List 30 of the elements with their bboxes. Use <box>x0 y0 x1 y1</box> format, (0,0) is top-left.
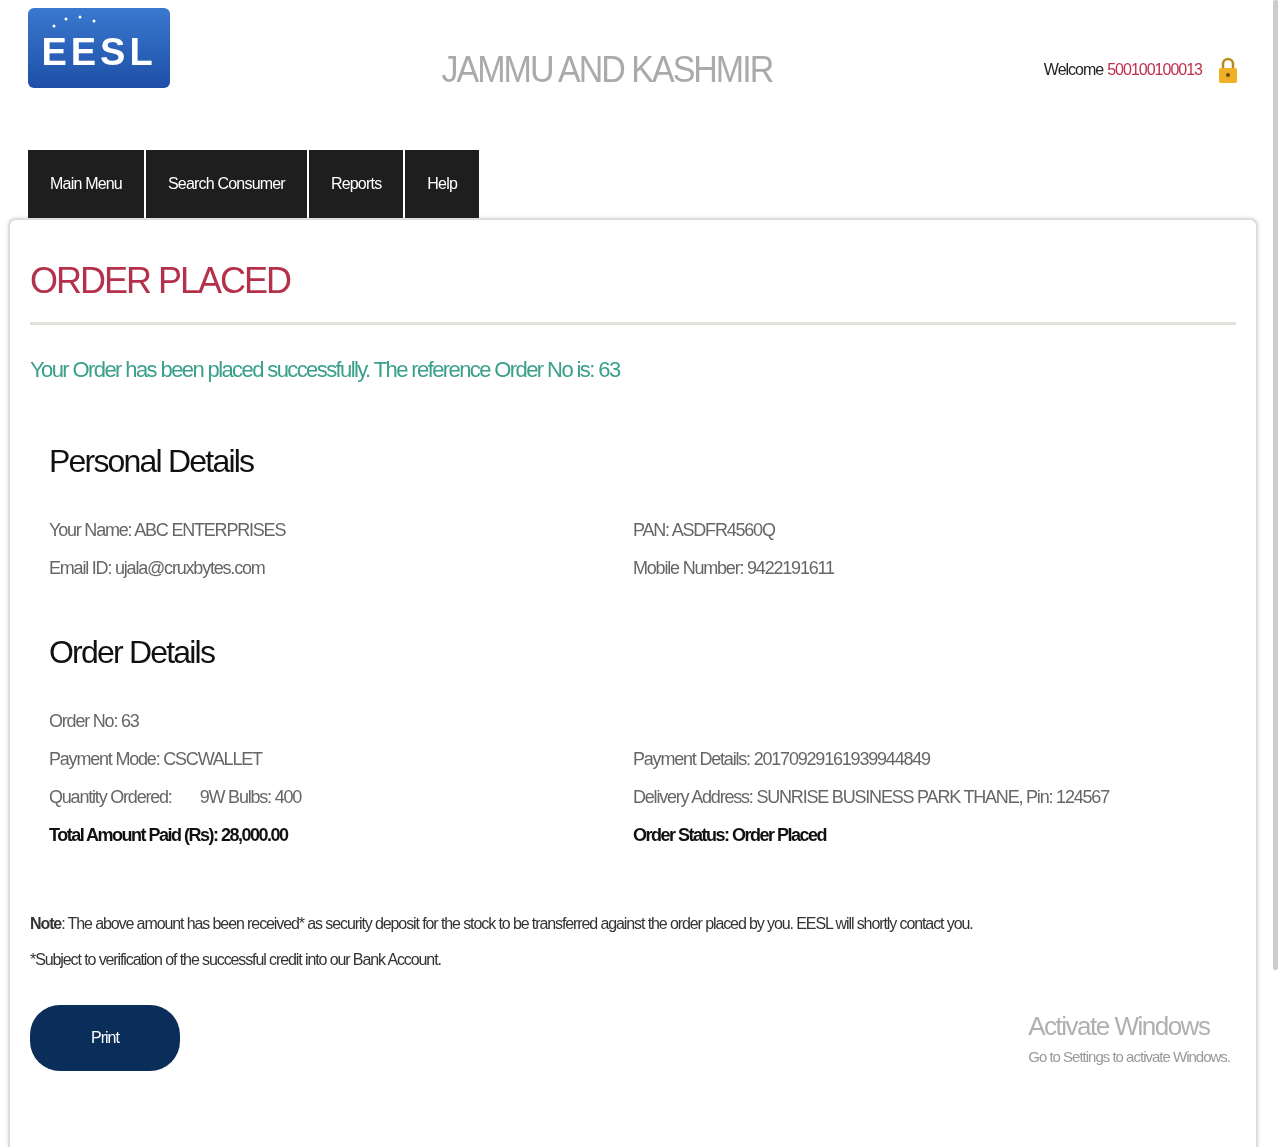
user-id: 500100100013 <box>1107 61 1202 79</box>
detail-text: Order No: 63 <box>49 711 139 733</box>
success-message: Your Order has been placed successfully. The reference Order No is: 63 <box>30 357 622 383</box>
detail-text: Your Name: ABC ENTERPRISES <box>49 520 286 542</box>
section-heading: Personal Details <box>49 443 255 480</box>
padlock-icon[interactable] <box>1218 56 1238 84</box>
detail-text: Delivery Address: SUNRISE BUSINESS PARK THANE, Pin: 124567 <box>633 787 1109 809</box>
detail-text: Mobile Number: 9422191611 <box>633 558 834 580</box>
activation-notice-title: Activate Windows <box>1028 1011 1211 1042</box>
nav-tab[interactable]: Main Menu <box>28 150 144 218</box>
note-text: *Subject to verification of the successful credit into our Bank Account. <box>30 951 442 969</box>
state-title: JAMMU AND KASHMIR <box>440 48 774 91</box>
detail-value: 9W Bulbs: 400 <box>199 787 302 809</box>
detail-text: Email ID: ujala@cruxbytes.com <box>49 558 265 580</box>
activation-notice-text: Go to Settings to activate Windows. <box>1028 1048 1230 1065</box>
nav-tab[interactable]: Reports <box>308 150 404 218</box>
section-heading: Order Details <box>49 634 216 671</box>
detail-text: PAN: ASDFR4560Q <box>633 520 775 542</box>
note-text: Note: The above amount has been received* as security deposit for the stock to be transferred against the order placed by you. EESL will shortly contact you. <box>30 915 974 933</box>
print-button[interactable]: Print <box>30 1005 180 1071</box>
detail-text: Order Status: Order Placed <box>633 825 827 847</box>
nav-tab[interactable]: Help <box>405 150 480 218</box>
nav-tab[interactable]: Search Consumer <box>145 150 307 218</box>
detail-text: Payment Mode: CSCWALLET <box>49 749 262 771</box>
detail-text: Payment Details: 20170929161939944849 <box>633 749 930 771</box>
eesl-logo: EESL <box>28 8 170 88</box>
welcome-label: Welcome <box>1043 61 1104 79</box>
detail-text: Total Amount Paid (Rs): 28,000.00 <box>49 825 288 847</box>
detail-text: Quantity Ordered: <box>49 787 172 809</box>
page-heading: ORDER PLACED <box>30 260 292 302</box>
